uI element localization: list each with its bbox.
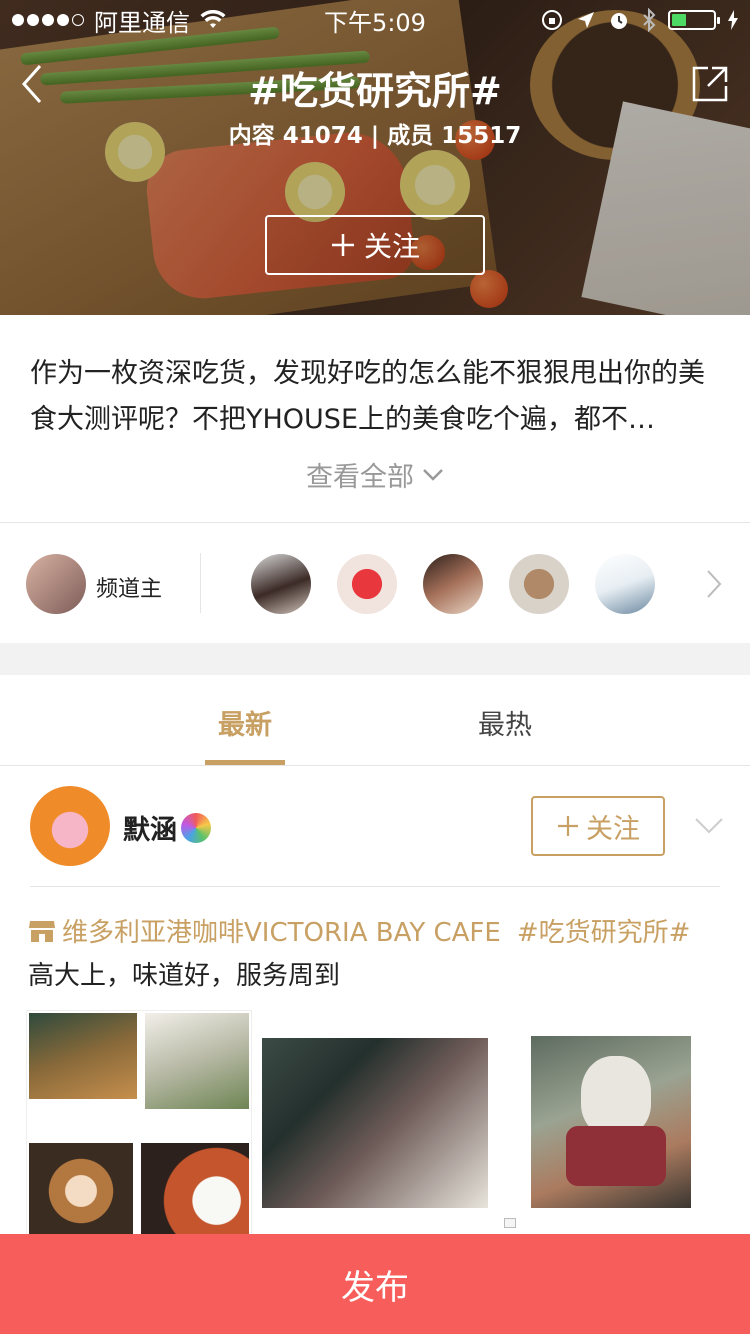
- follow-user-label: 关注: [586, 813, 640, 845]
- chevron-down-icon[interactable]: [694, 816, 724, 836]
- post-topic-tag[interactable]: #吃货研究所#: [517, 912, 691, 949]
- post-header: 默涵 关注: [0, 766, 750, 886]
- status-bar: 阿里通信 下午5:09: [0, 0, 750, 40]
- description-text: 作为一枚资深吃货，发现好吃的怎么能不狠狠甩出你的美食大测评呢？不把YHOUSE上…: [30, 358, 705, 435]
- channel-hero: 阿里通信 下午5:09 #吃货研究所# 内容 41074 | 成员 15517 …: [0, 0, 750, 315]
- alarm-icon: [611, 13, 627, 29]
- charging-icon: [728, 10, 738, 30]
- location-arrow-icon: [578, 12, 594, 28]
- follow-user-button[interactable]: 关注: [531, 796, 665, 856]
- post-author-name: 默涵: [123, 815, 177, 846]
- member-avatar[interactable]: [251, 554, 311, 614]
- tab-latest[interactable]: 最新: [185, 703, 305, 742]
- post-text: 高大上，味道好，服务周到: [28, 961, 341, 991]
- member-avatar[interactable]: [595, 554, 655, 614]
- plus-icon: [331, 234, 354, 256]
- active-tab-indicator: [205, 760, 285, 765]
- image-placeholder-icon: [504, 1218, 516, 1228]
- channel-description: 作为一枚资深吃货，发现好吃的怎么能不狠狠甩出你的美食大测评呢？不把YHOUSE上…: [0, 315, 750, 523]
- feed-tabs: 最新 最热: [0, 675, 750, 766]
- shop-icon: [29, 920, 55, 942]
- channel-stats: 内容 41074 | 成员 15517: [228, 123, 522, 149]
- publish-button[interactable]: 发布: [0, 1234, 750, 1334]
- channel-title: #吃货研究所#: [248, 69, 502, 113]
- follow-channel-button[interactable]: 关注: [265, 215, 485, 275]
- post-author-avatar[interactable]: [30, 786, 110, 866]
- chevron-down-icon: [423, 468, 443, 481]
- members-row: 频道主: [0, 523, 750, 643]
- view-all-label: 查看全部: [306, 462, 414, 493]
- member-avatar[interactable]: [423, 554, 483, 614]
- post-photo[interactable]: [262, 1038, 488, 1208]
- bluetooth-icon: [643, 8, 656, 32]
- chevron-right-icon[interactable]: [704, 569, 724, 599]
- follow-channel-label: 关注: [363, 230, 420, 263]
- post-author[interactable]: 默涵: [123, 808, 211, 847]
- tab-hot[interactable]: 最热: [445, 703, 565, 742]
- post-photo[interactable]: [531, 1036, 691, 1208]
- battery-icon: [668, 10, 720, 30]
- post-location[interactable]: 维多利亚港咖啡VICTORIA BAY CAFE #吃货研究所#: [28, 912, 690, 949]
- member-avatar[interactable]: [337, 554, 397, 614]
- lollipop-icon: [181, 812, 211, 843]
- plus-icon: [558, 816, 578, 836]
- channel-owner-avatar[interactable]: [26, 554, 86, 614]
- member-avatar[interactable]: [509, 554, 569, 614]
- post-photo[interactable]: [26, 1010, 252, 1240]
- post-location-name: 维多利亚港咖啡VICTORIA BAY CAFE: [62, 918, 501, 948]
- publish-label: 发布: [341, 1267, 409, 1308]
- rotation-lock-icon: [542, 10, 562, 30]
- channel-owner-label: 频道主: [96, 577, 163, 602]
- view-all-button[interactable]: 查看全部: [0, 455, 750, 494]
